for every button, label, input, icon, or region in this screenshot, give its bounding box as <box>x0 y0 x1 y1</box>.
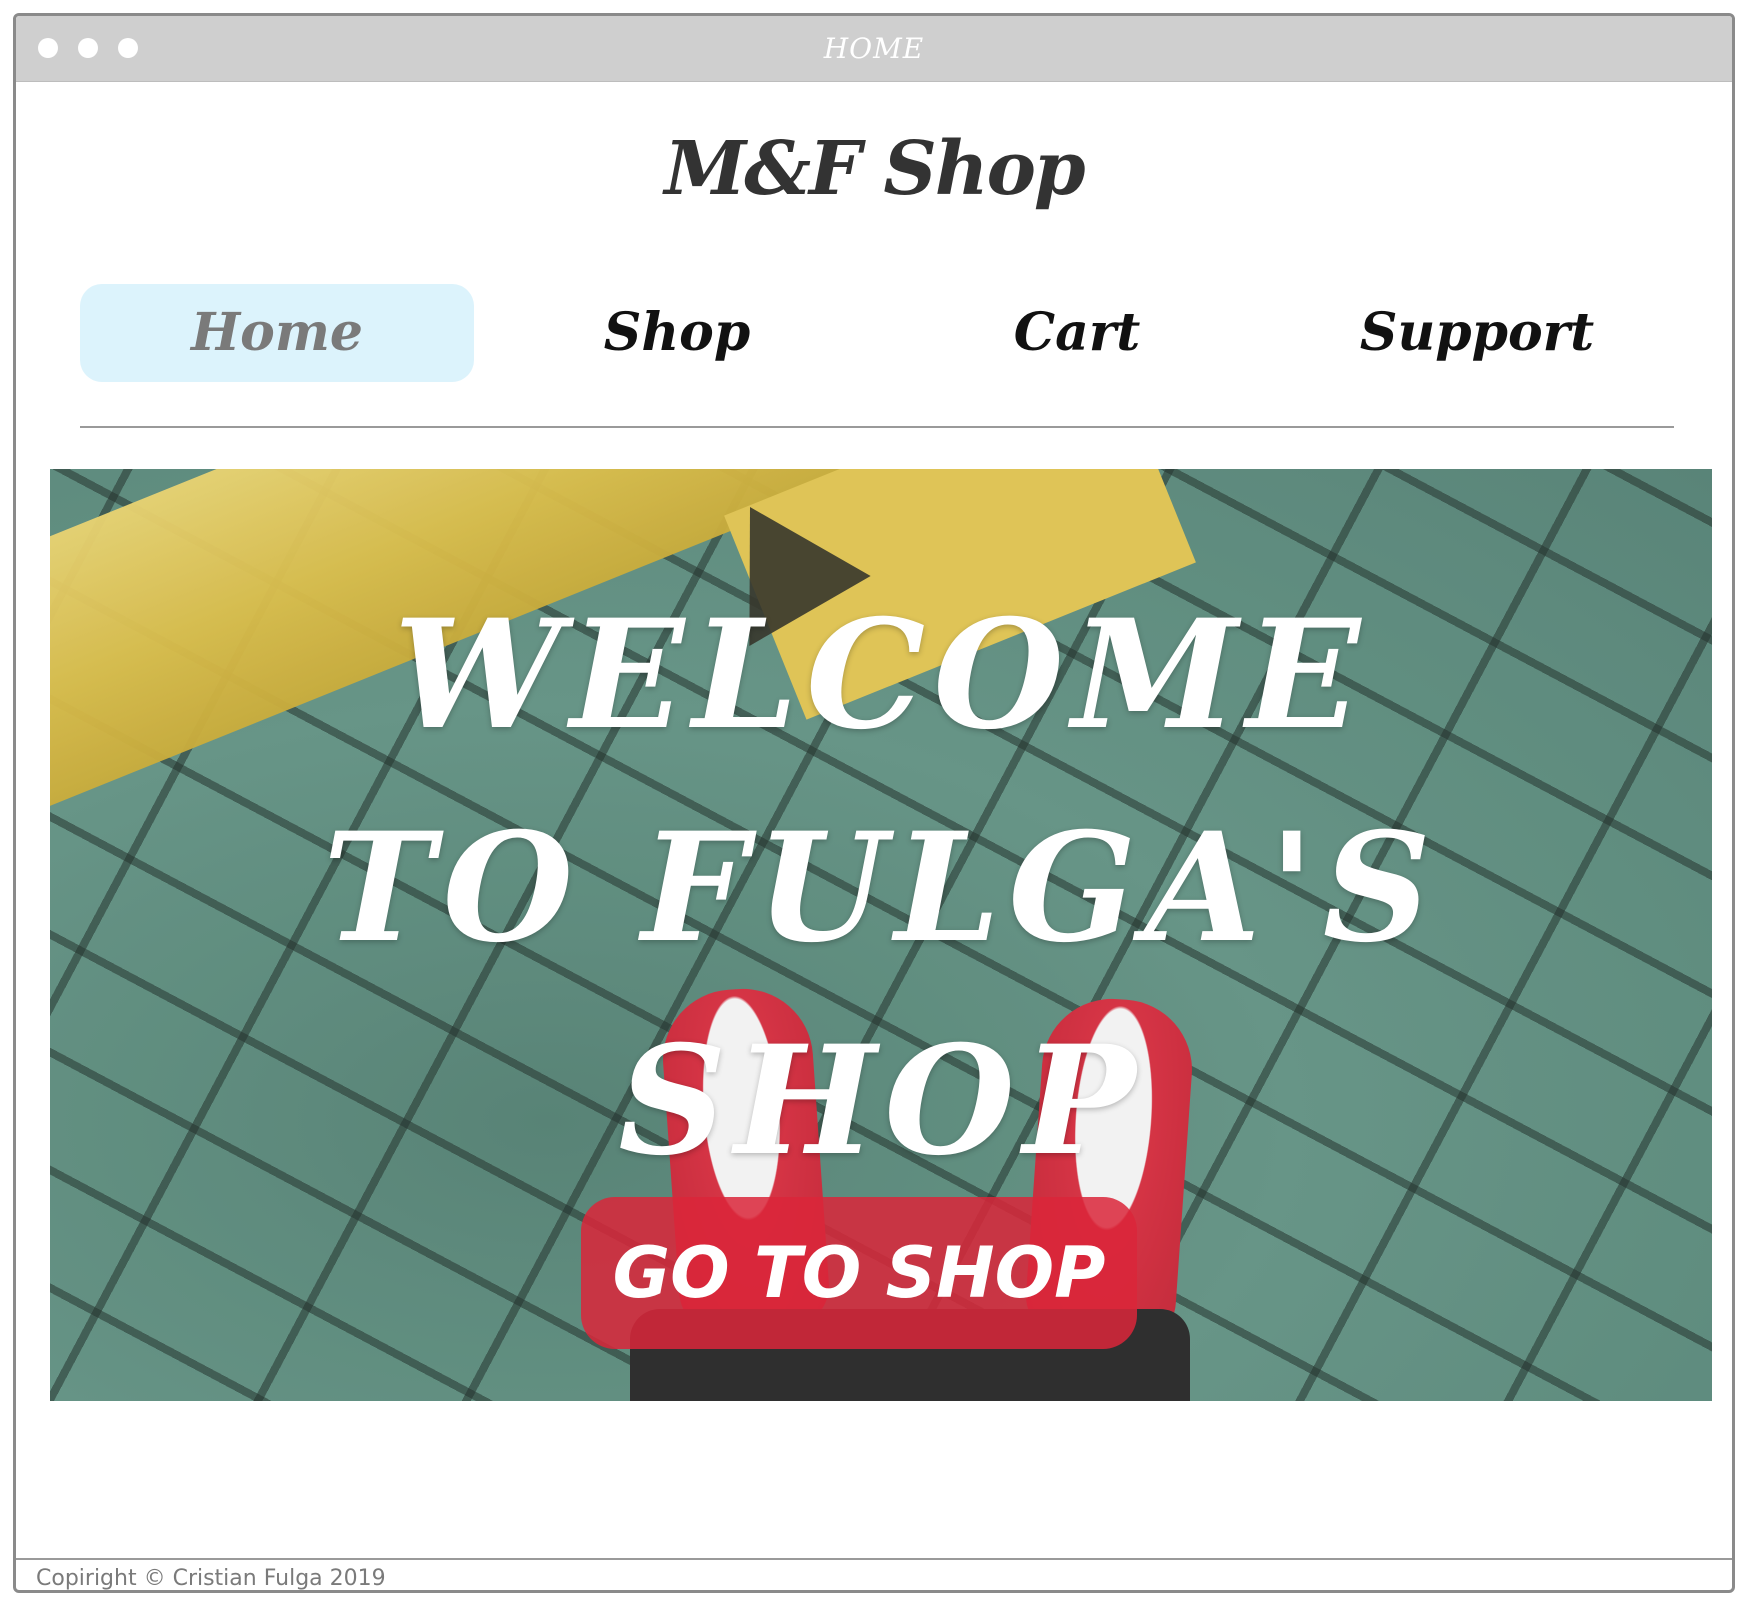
nav-item-support[interactable]: Support <box>1280 284 1674 382</box>
nav-item-shop[interactable]: Shop <box>480 284 874 382</box>
hero-heading-line: TO FULGA'S <box>322 800 1439 976</box>
go-to-shop-button[interactable]: GO TO SHOP <box>581 1197 1137 1349</box>
window-title: HOME <box>823 32 925 65</box>
hero-banner: WELCOME TO FULGA'S SHOP GO TO SHOP <box>50 469 1712 1401</box>
hero-heading-line: WELCOME <box>393 587 1369 763</box>
hero-heading: WELCOME TO FULGA'S SHOP <box>50 569 1712 1208</box>
title-bar: HOME <box>16 16 1732 82</box>
nav-item-cart[interactable]: Cart <box>880 284 1274 382</box>
nav-item-home[interactable]: Home <box>80 284 474 382</box>
hero-heading-line: SHOP <box>618 1013 1144 1189</box>
site-title: M&F Shop <box>664 126 1085 212</box>
main-nav: Home Shop Cart Support <box>80 284 1674 382</box>
footer-divider <box>16 1558 1732 1560</box>
footer-copyright: Copiright © Cristian Fulga 2019 <box>36 1566 386 1591</box>
nav-divider <box>80 426 1674 428</box>
browser-window: HOME M&F Shop Home Shop Cart Support WEL… <box>13 13 1735 1593</box>
